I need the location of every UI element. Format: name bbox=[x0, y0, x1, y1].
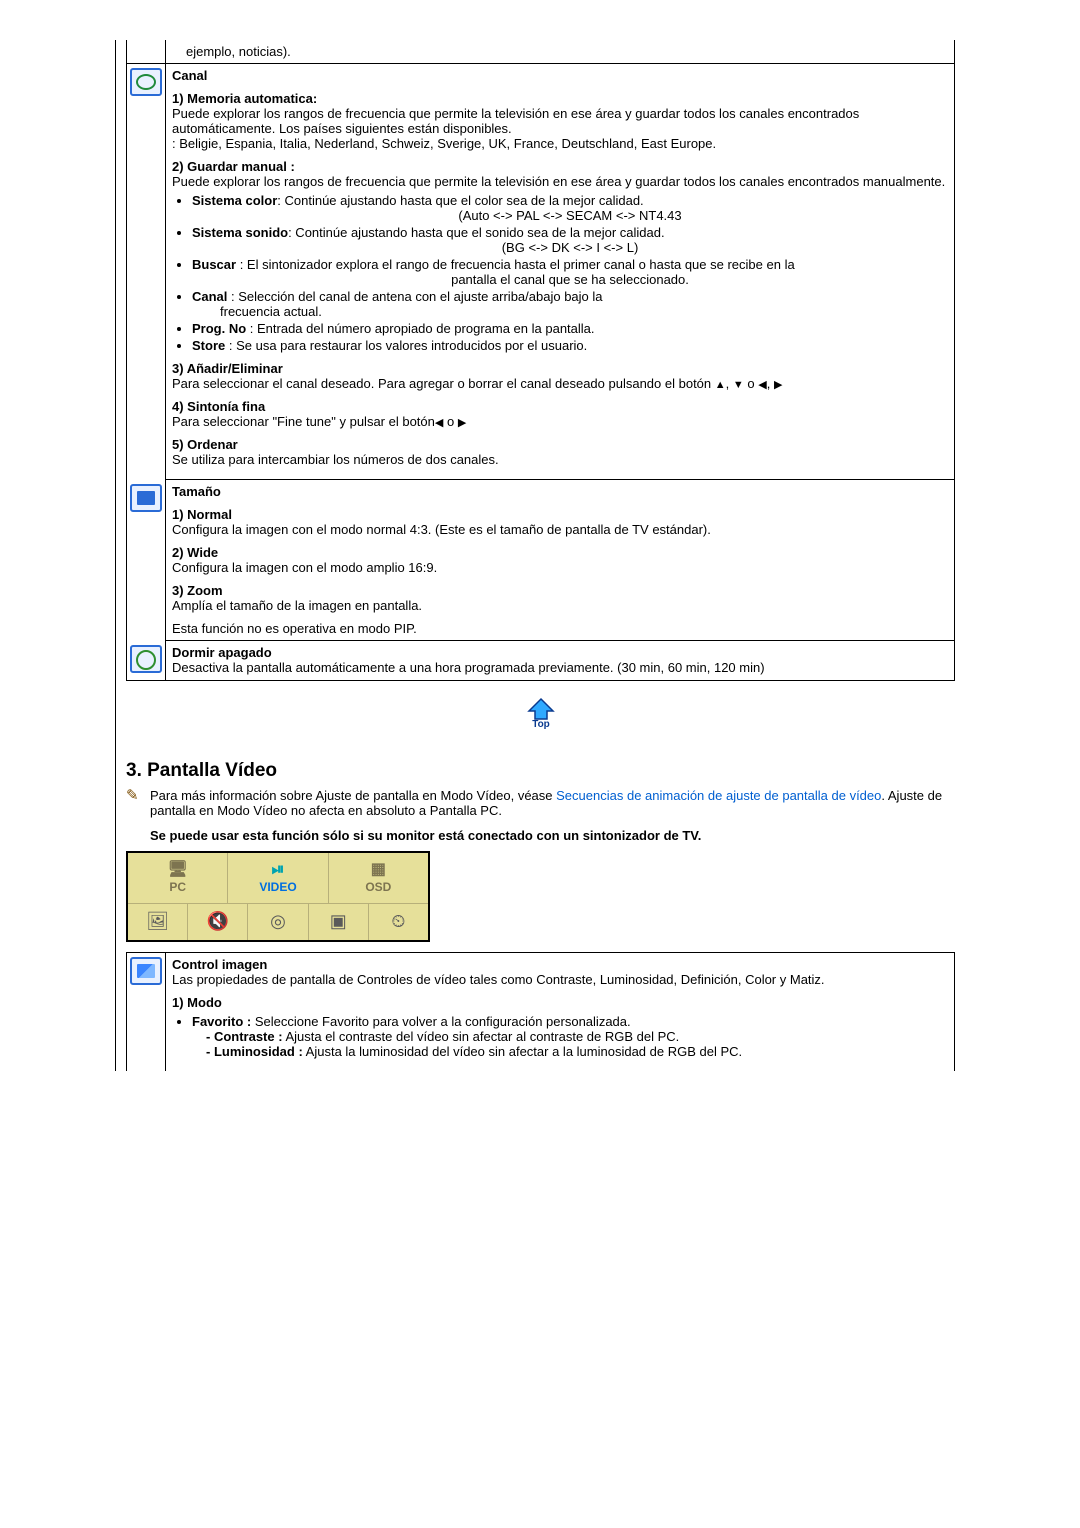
tab-pc[interactable]: 🖥 PC bbox=[128, 853, 227, 903]
list-item: Canal : Selección del canal de antena co… bbox=[192, 289, 948, 319]
triangle-right-icon: ▶ bbox=[458, 417, 466, 429]
picture-icon[interactable]: 🖼 bbox=[128, 904, 187, 940]
section-heading: 3. Pantalla Vídeo bbox=[126, 760, 955, 782]
dish-icon[interactable]: ◎ bbox=[247, 904, 307, 940]
channel-icon bbox=[130, 68, 162, 96]
tab-video[interactable]: ⏯ VIDEO bbox=[227, 853, 327, 903]
list-item: Favorito : Seleccione Favorito para volv… bbox=[192, 1014, 948, 1059]
control-p: Las propiedades de pantalla de Controles… bbox=[172, 972, 825, 987]
list-item: Buscar : El sintonizador explora el rang… bbox=[192, 257, 948, 287]
size-icon bbox=[130, 484, 162, 512]
canal-s2-p: Puede explorar los rangos de frecuencia … bbox=[172, 174, 945, 189]
mode-tabs: 🖥 PC ⏯ VIDEO ▦ OSD 🖼 🔇 ◎ ▣ ⏲ bbox=[126, 851, 430, 942]
list-item: Sistema sonido: Continúe ajustando hasta… bbox=[192, 225, 948, 255]
monitor-icon: 🖥 bbox=[168, 862, 188, 878]
document-body: ejemplo, noticias). Canal 1) Memoria aut… bbox=[115, 40, 955, 1071]
info-bold: Se puede usar esta función sólo si su mo… bbox=[150, 828, 701, 843]
dormir-p: Desactiva la pantalla automáticamente a … bbox=[172, 660, 765, 675]
canal-s1-p2: : Beligie, Espania, Italia, Nederland, S… bbox=[172, 136, 716, 151]
canal-s3: 3) Añadir/Eliminar Para seleccionar el c… bbox=[172, 361, 948, 391]
pencil-icon bbox=[126, 788, 144, 806]
back-to-top-button[interactable]: Top bbox=[519, 697, 563, 731]
timer-small-icon[interactable]: ⏲ bbox=[368, 904, 428, 940]
timer-icon bbox=[130, 645, 162, 673]
speaker-icon[interactable]: 🔇 bbox=[187, 904, 247, 940]
image-control-icon bbox=[130, 957, 162, 985]
canal-title: Canal bbox=[172, 68, 207, 83]
tamano-title: Tamaño bbox=[172, 484, 221, 499]
svg-text:Top: Top bbox=[532, 719, 550, 730]
control-title: Control imagen bbox=[172, 957, 267, 972]
info-row: Para más información sobre Ajuste de pan… bbox=[126, 788, 955, 843]
osd-icon: ▦ bbox=[371, 862, 386, 878]
canal-s4: 4) Sintonía fina Para seleccionar "Fine … bbox=[172, 399, 948, 429]
video-icon: ⏯ bbox=[272, 862, 285, 878]
tab-osd[interactable]: ▦ OSD bbox=[328, 853, 428, 903]
fragment-table: ejemplo, noticias). Canal 1) Memoria aut… bbox=[126, 40, 955, 681]
list-item: Sistema color: Continúe ajustando hasta … bbox=[192, 193, 948, 223]
triangle-right-icon: ▶ bbox=[774, 379, 782, 391]
screen-icon[interactable]: ▣ bbox=[308, 904, 368, 940]
canal-s5: 5) Ordenar Se utiliza para intercambiar … bbox=[172, 437, 948, 467]
triangle-down-icon: ▼ bbox=[733, 379, 744, 391]
list-item: Store : Se usa para restaurar los valore… bbox=[192, 338, 948, 353]
canal-s2-heading: 2) Guardar manual : bbox=[172, 159, 295, 174]
triangle-left-icon: ◀ bbox=[758, 379, 766, 391]
control-table: Control imagen Las propiedades de pantal… bbox=[126, 952, 955, 1071]
dormir-title: Dormir apagado bbox=[172, 645, 272, 660]
canal-s1-p1: Puede explorar los rangos de frecuencia … bbox=[172, 106, 859, 136]
tamano-note: Esta función no es operativa en modo PIP… bbox=[172, 621, 948, 636]
triangle-up-icon: ▲ bbox=[715, 379, 726, 391]
animation-sequences-link[interactable]: Secuencias de animación de ajuste de pan… bbox=[556, 788, 881, 803]
canal-s1-heading: 1) Memoria automatica: bbox=[172, 91, 317, 106]
list-item: Prog. No : Entrada del número apropiado … bbox=[192, 321, 948, 336]
fragment-text: ejemplo, noticias). bbox=[186, 44, 948, 59]
control-s1-h: 1) Modo bbox=[172, 995, 222, 1010]
